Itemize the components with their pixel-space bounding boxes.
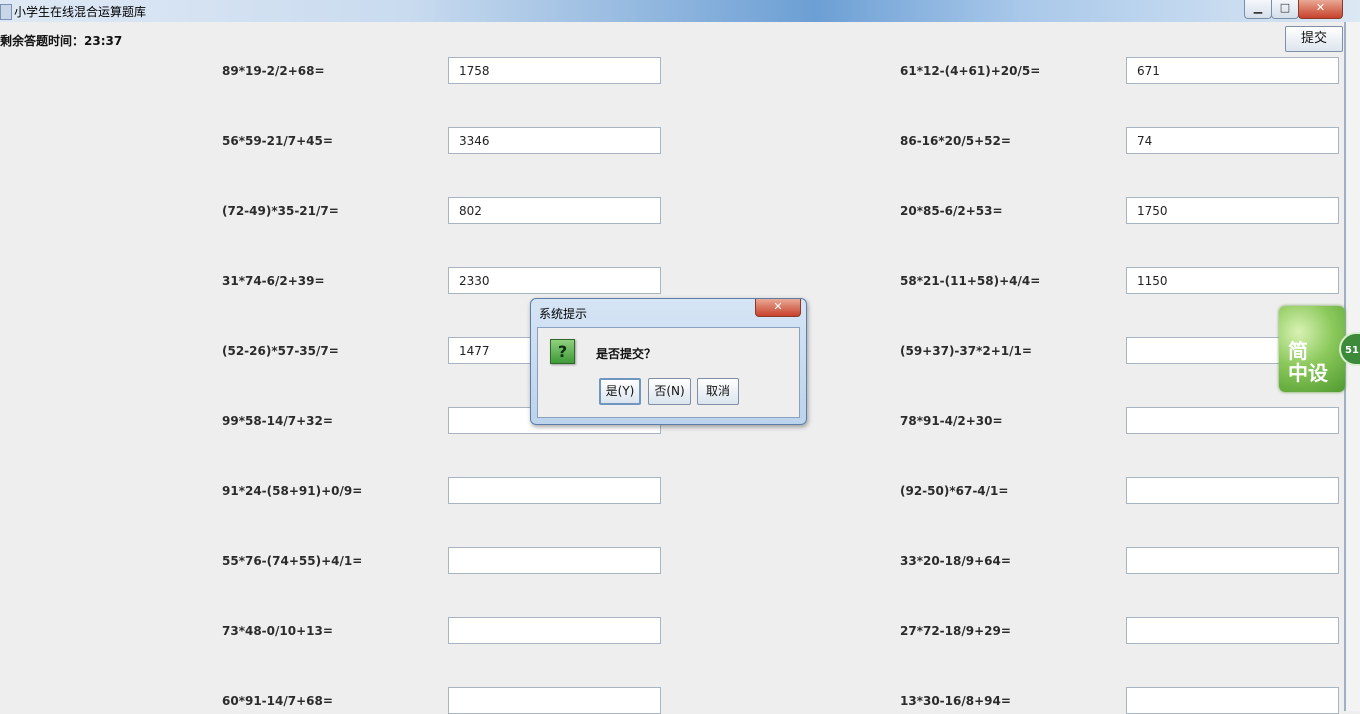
answer-input-right-9[interactable] [1126, 617, 1339, 644]
window-title: 小学生在线混合运算题库 [14, 5, 147, 19]
dialog-title: 系统提示 [539, 307, 588, 321]
yes-button[interactable]: 是(Y) [599, 378, 641, 405]
answer-input-left-9[interactable] [448, 617, 661, 644]
question-icon: ? [550, 339, 575, 364]
question-label-right-3: 20*85-6/2+53= [900, 204, 1003, 218]
remaining-time-label: 剩余答题时间：23:37 [0, 34, 123, 48]
question-label-left-10: 60*91-14/7+68= [222, 694, 333, 708]
question-label-left-9: 73*48-0/10+13= [222, 624, 333, 638]
question-label-left-2: 56*59-21/7+45= [222, 134, 333, 148]
window-title-bar: 小学生在线混合运算题库 ▁ □ ✕ [0, 0, 1360, 22]
question-label-right-8: 33*20-18/9+64= [900, 554, 1011, 568]
question-label-left-5: (52-26)*57-35/7= [222, 344, 339, 358]
question-label-right-9: 27*72-18/9+29= [900, 624, 1011, 638]
answer-input-right-3[interactable] [1126, 197, 1339, 224]
answer-input-left-3[interactable] [448, 197, 661, 224]
maximize-button[interactable]: □ [1271, 0, 1299, 19]
question-label-right-7: (92-50)*67-4/1= [900, 484, 1009, 498]
answer-input-right-10[interactable] [1126, 687, 1339, 714]
side-widget-text-1: 简 [1288, 339, 1308, 363]
dialog-body: ? 是否提交？ 是(Y) 否(N) 取消 [537, 327, 800, 418]
answer-input-right-7[interactable] [1126, 477, 1339, 504]
java-app-icon [0, 4, 12, 20]
answer-input-right-2[interactable] [1126, 127, 1339, 154]
answer-input-left-4[interactable] [448, 267, 661, 294]
answer-input-right-1[interactable] [1126, 57, 1339, 84]
answer-input-left-2[interactable] [448, 127, 661, 154]
question-label-left-7: 91*24-(58+91)+0/9= [222, 484, 363, 498]
cancel-button[interactable]: 取消 [697, 378, 739, 405]
question-label-left-8: 55*76-(74+55)+4/1= [222, 554, 363, 568]
question-label-left-1: 89*19-2/2+68= [222, 64, 325, 78]
submit-button[interactable]: 提交 [1285, 26, 1343, 52]
question-label-left-3: (72-49)*35-21/7= [222, 204, 339, 218]
minimize-button[interactable]: ▁ [1244, 0, 1272, 19]
close-window-button[interactable]: ✕ [1298, 0, 1343, 19]
side-widget-text-2: 中设 [1288, 361, 1328, 385]
question-label-right-10: 13*30-16/8+94= [900, 694, 1011, 708]
answer-input-right-6[interactable] [1126, 407, 1339, 434]
answer-input-left-10[interactable] [448, 687, 661, 714]
answer-input-left-8[interactable] [448, 547, 661, 574]
question-label-right-1: 61*12-(4+61)+20/5= [900, 64, 1041, 78]
question-label-right-6: 78*91-4/2+30= [900, 414, 1003, 428]
answer-input-left-1[interactable] [448, 57, 661, 84]
question-label-right-2: 86-16*20/5+52= [900, 134, 1011, 148]
question-label-right-5: (59+37)-37*2+1/1= [900, 344, 1032, 358]
side-floating-widget[interactable]: 简 中设 [1279, 306, 1345, 392]
dialog-message: 是否提交？ [596, 347, 657, 361]
question-label-left-4: 31*74-6/2+39= [222, 274, 325, 288]
dialog-close-button[interactable]: ✕ [755, 299, 801, 317]
confirm-dialog: 系统提示 ✕ ? 是否提交？ 是(Y) 否(N) 取消 [530, 298, 807, 425]
answer-input-right-4[interactable] [1126, 267, 1339, 294]
no-button[interactable]: 否(N) [648, 378, 691, 405]
question-label-right-4: 58*21-(11+58)+4/4= [900, 274, 1041, 288]
answer-input-right-8[interactable] [1126, 547, 1339, 574]
question-label-left-6: 99*58-14/7+32= [222, 414, 333, 428]
answer-input-left-7[interactable] [448, 477, 661, 504]
